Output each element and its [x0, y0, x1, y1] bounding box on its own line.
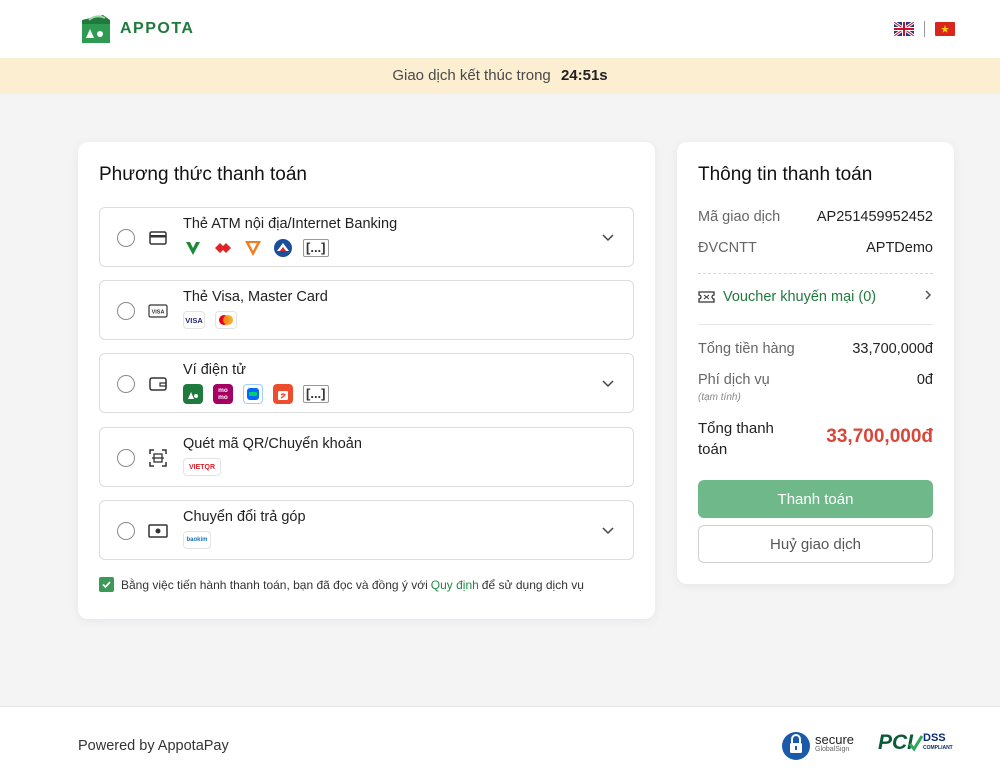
vietcombank-icon — [183, 238, 203, 258]
merchant-label: ĐVCNTT — [698, 240, 757, 256]
zalopay-icon — [243, 384, 263, 404]
fee-label: Phí dịch vụ — [698, 372, 770, 388]
method-atm-banking[interactable]: Thẻ ATM nội địa/Internet Banking [...] — [99, 207, 634, 267]
chevron-right-icon — [923, 289, 933, 305]
secure-text: secure — [815, 732, 855, 747]
total-value: 33,700,000đ — [826, 426, 933, 447]
method-label: Chuyển đổi trả góp — [183, 509, 306, 525]
language-switcher — [894, 21, 955, 37]
subtotal-row: Tổng tiền hàng 33,700,000đ — [698, 341, 933, 357]
pci-text: PCI — [878, 731, 914, 754]
method-qr-transfer[interactable]: Quét mã QR/Chuyển khoản VIETQR — [99, 427, 634, 487]
method-label: Quét mã QR/Chuyển khoản — [183, 436, 362, 452]
chevron-down-icon[interactable] — [601, 523, 615, 537]
svg-text:VISA: VISA — [152, 310, 165, 316]
total-label: Tổng thanh toán — [698, 420, 774, 458]
shopeepay-icon — [273, 384, 293, 404]
subtotal-label: Tổng tiền hàng — [698, 341, 795, 357]
fee-value: 0đ — [916, 372, 933, 388]
radio-button[interactable] — [117, 375, 135, 393]
momo-icon: mo mo — [213, 384, 233, 404]
payment-methods-card: Phương thức thanh toán Thẻ ATM nội địa/I… — [78, 142, 655, 619]
lock-icon — [781, 729, 811, 761]
radio-button[interactable] — [117, 302, 135, 320]
card-icon — [148, 229, 168, 247]
voucher-label: Voucher khuyến mại (0) — [723, 289, 877, 305]
subtotal-value: 33,700,000đ — [852, 341, 933, 357]
dss-text: DSS — [923, 732, 946, 744]
bidv-icon — [273, 238, 293, 258]
brand-name: APPOTA — [120, 20, 195, 37]
baokim-icon: baokim — [183, 531, 211, 549]
divider — [698, 273, 933, 274]
radio-button[interactable] — [117, 449, 135, 467]
wallet-logos: mo mo [...] — [183, 384, 329, 404]
bank-logos: [...] — [183, 238, 329, 258]
compliant-text: COMPLIANT — [923, 745, 953, 751]
vietinbank-icon — [243, 238, 263, 258]
uk-flag-icon[interactable] — [894, 22, 914, 36]
fee-row: Phí dịch vụ 0đ — [698, 372, 933, 388]
installment-logos: baokim — [183, 531, 211, 549]
method-label: Thẻ Visa, Master Card — [183, 289, 328, 305]
qr-scan-icon — [148, 449, 168, 467]
terms-link[interactable]: Quy định — [431, 578, 479, 592]
terms-agreement: Bằng việc tiến hành thanh toán, bạn đã đ… — [99, 577, 584, 592]
method-label: Thẻ ATM nội địa/Internet Banking — [183, 216, 398, 232]
pay-button[interactable]: Thanh toán — [698, 480, 933, 518]
payment-methods-title: Phương thức thanh toán — [99, 164, 307, 185]
fee-note: (tạm tính) — [698, 392, 741, 403]
vietqr-icon: VIETQR — [183, 458, 221, 476]
header: APPOTA — [0, 0, 1000, 58]
countdown-value: 24:51s — [560, 67, 608, 84]
chevron-down-icon[interactable] — [601, 376, 615, 390]
method-installment[interactable]: Chuyển đổi trả góp baokim — [99, 500, 634, 560]
powered-by: Powered by AppotaPay — [78, 738, 229, 754]
transaction-id-value: AP251459952452 — [816, 209, 933, 225]
payment-info-card: Thông tin thanh toán Mã giao dịch AP2514… — [677, 142, 954, 584]
more-wallets: [...] — [303, 385, 329, 403]
divider — [698, 324, 933, 325]
voucher-icon — [698, 290, 715, 304]
radio-button[interactable] — [117, 522, 135, 540]
techcombank-icon — [213, 238, 233, 258]
payment-info-title: Thông tin thanh toán — [698, 164, 873, 185]
globalsign-text: GlobalSign — [815, 746, 850, 753]
visa-icon: VISA — [183, 311, 205, 329]
terms-text-prefix: Bằng việc tiến hành thanh toán, bạn đã đ… — [121, 577, 428, 592]
merchant-row: ĐVCNTT APTDemo — [698, 240, 933, 256]
method-ewallet[interactable]: Ví điện tử mo mo [...] — [99, 353, 634, 413]
mastercard-icon — [215, 311, 237, 329]
appota-wallet-icon — [183, 384, 203, 404]
appota-logo-icon — [79, 12, 113, 46]
footer: Powered by AppotaPay secure GlobalSign P… — [0, 706, 1000, 778]
terms-text-suffix: để sử dụng dịch vụ — [481, 577, 584, 592]
merchant-value: APTDemo — [866, 240, 933, 256]
pci-dss-badge: PCI DSS COMPLIANT — [878, 731, 953, 755]
method-visa-mastercard[interactable]: VISA Thẻ Visa, Master Card VISA — [99, 280, 634, 340]
cancel-transaction-button[interactable]: Huỷ giao dịch — [698, 525, 933, 563]
voucher-row[interactable]: Voucher khuyến mại (0) — [698, 289, 933, 305]
card-logos: VISA — [183, 311, 237, 329]
transaction-id-label: Mã giao dịch — [698, 209, 781, 225]
language-divider — [924, 21, 925, 37]
check-icon — [909, 734, 924, 752]
qr-logos: VIETQR — [183, 458, 221, 476]
transaction-id-row: Mã giao dịch AP251459952452 — [698, 209, 933, 225]
method-label: Ví điện tử — [183, 362, 246, 378]
appota-logo[interactable]: APPOTA — [79, 12, 194, 46]
globalsign-secure-badge: secure GlobalSign — [781, 729, 854, 761]
terms-checkbox[interactable] — [99, 577, 114, 592]
countdown-banner: Giao dịch kết thúc trong 24:51s — [0, 58, 1000, 94]
wallet-icon — [148, 375, 168, 393]
more-banks: [...] — [303, 239, 329, 257]
cash-icon — [148, 522, 168, 540]
countdown-label: Giao dịch kết thúc trong — [392, 67, 551, 84]
vietnam-flag-icon[interactable] — [935, 22, 955, 36]
chevron-down-icon[interactable] — [601, 230, 615, 244]
radio-button[interactable] — [117, 229, 135, 247]
visa-card-icon: VISA — [148, 302, 168, 320]
